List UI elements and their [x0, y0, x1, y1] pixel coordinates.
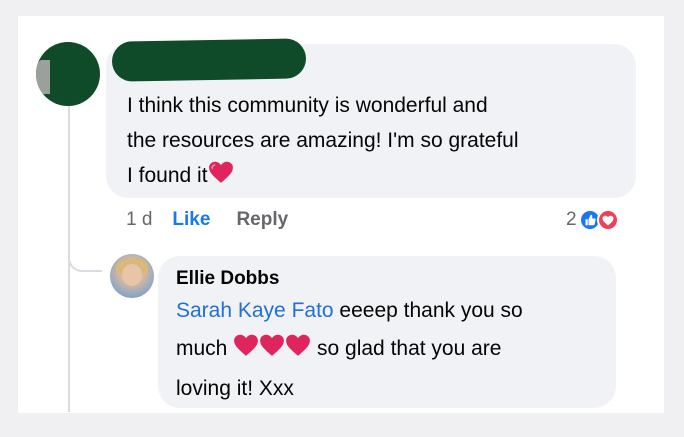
comment-line-3-text: I found it — [127, 164, 208, 187]
comment-actions: 1 d Like Reply — [126, 206, 288, 234]
comment-line-1: I think this community is wonderful and — [127, 94, 488, 117]
reply-line-2: much so glad that you are — [176, 330, 606, 370]
thread-connector — [68, 240, 102, 272]
heart-icon — [208, 160, 234, 195]
reply-line-3: loving it! Xxx — [176, 377, 294, 400]
redacted-name — [111, 38, 307, 82]
reaction-summary[interactable]: 2 — [566, 206, 619, 234]
reply-line-2-text: much — [176, 337, 234, 360]
love-reaction-icon — [596, 209, 619, 231]
reply-line-2-tail: so glad that you are — [311, 337, 502, 360]
heart-icon — [259, 332, 285, 370]
reply-line-1-text: eeeep thank you so — [333, 299, 523, 322]
avatar-edge — [36, 60, 50, 94]
mention-link[interactable]: Sarah Kaye Fato — [176, 299, 334, 322]
reply-author-name[interactable]: Ellie Dobbs — [176, 268, 279, 290]
reply-button[interactable]: Reply — [236, 209, 288, 231]
reaction-count: 2 — [566, 209, 577, 230]
reply-text: Sarah Kaye Fato eeeep thank you so much … — [176, 292, 606, 408]
reply-line-1: Sarah Kaye Fato eeeep thank you so — [176, 292, 606, 330]
comment-text: I think this community is wonderful and … — [127, 88, 627, 195]
like-button[interactable]: Like — [172, 209, 210, 231]
commenter-avatar[interactable] — [36, 42, 100, 106]
comment-timestamp[interactable]: 1 d — [126, 209, 152, 231]
reply-author-avatar[interactable] — [110, 254, 154, 298]
comment-line-3: I found it — [127, 158, 627, 195]
avatar-face — [122, 264, 142, 286]
heart-icon — [233, 332, 259, 370]
comment-line-2: the resources are amazing! I'm so gratef… — [127, 129, 519, 152]
heart-icon — [285, 332, 311, 370]
